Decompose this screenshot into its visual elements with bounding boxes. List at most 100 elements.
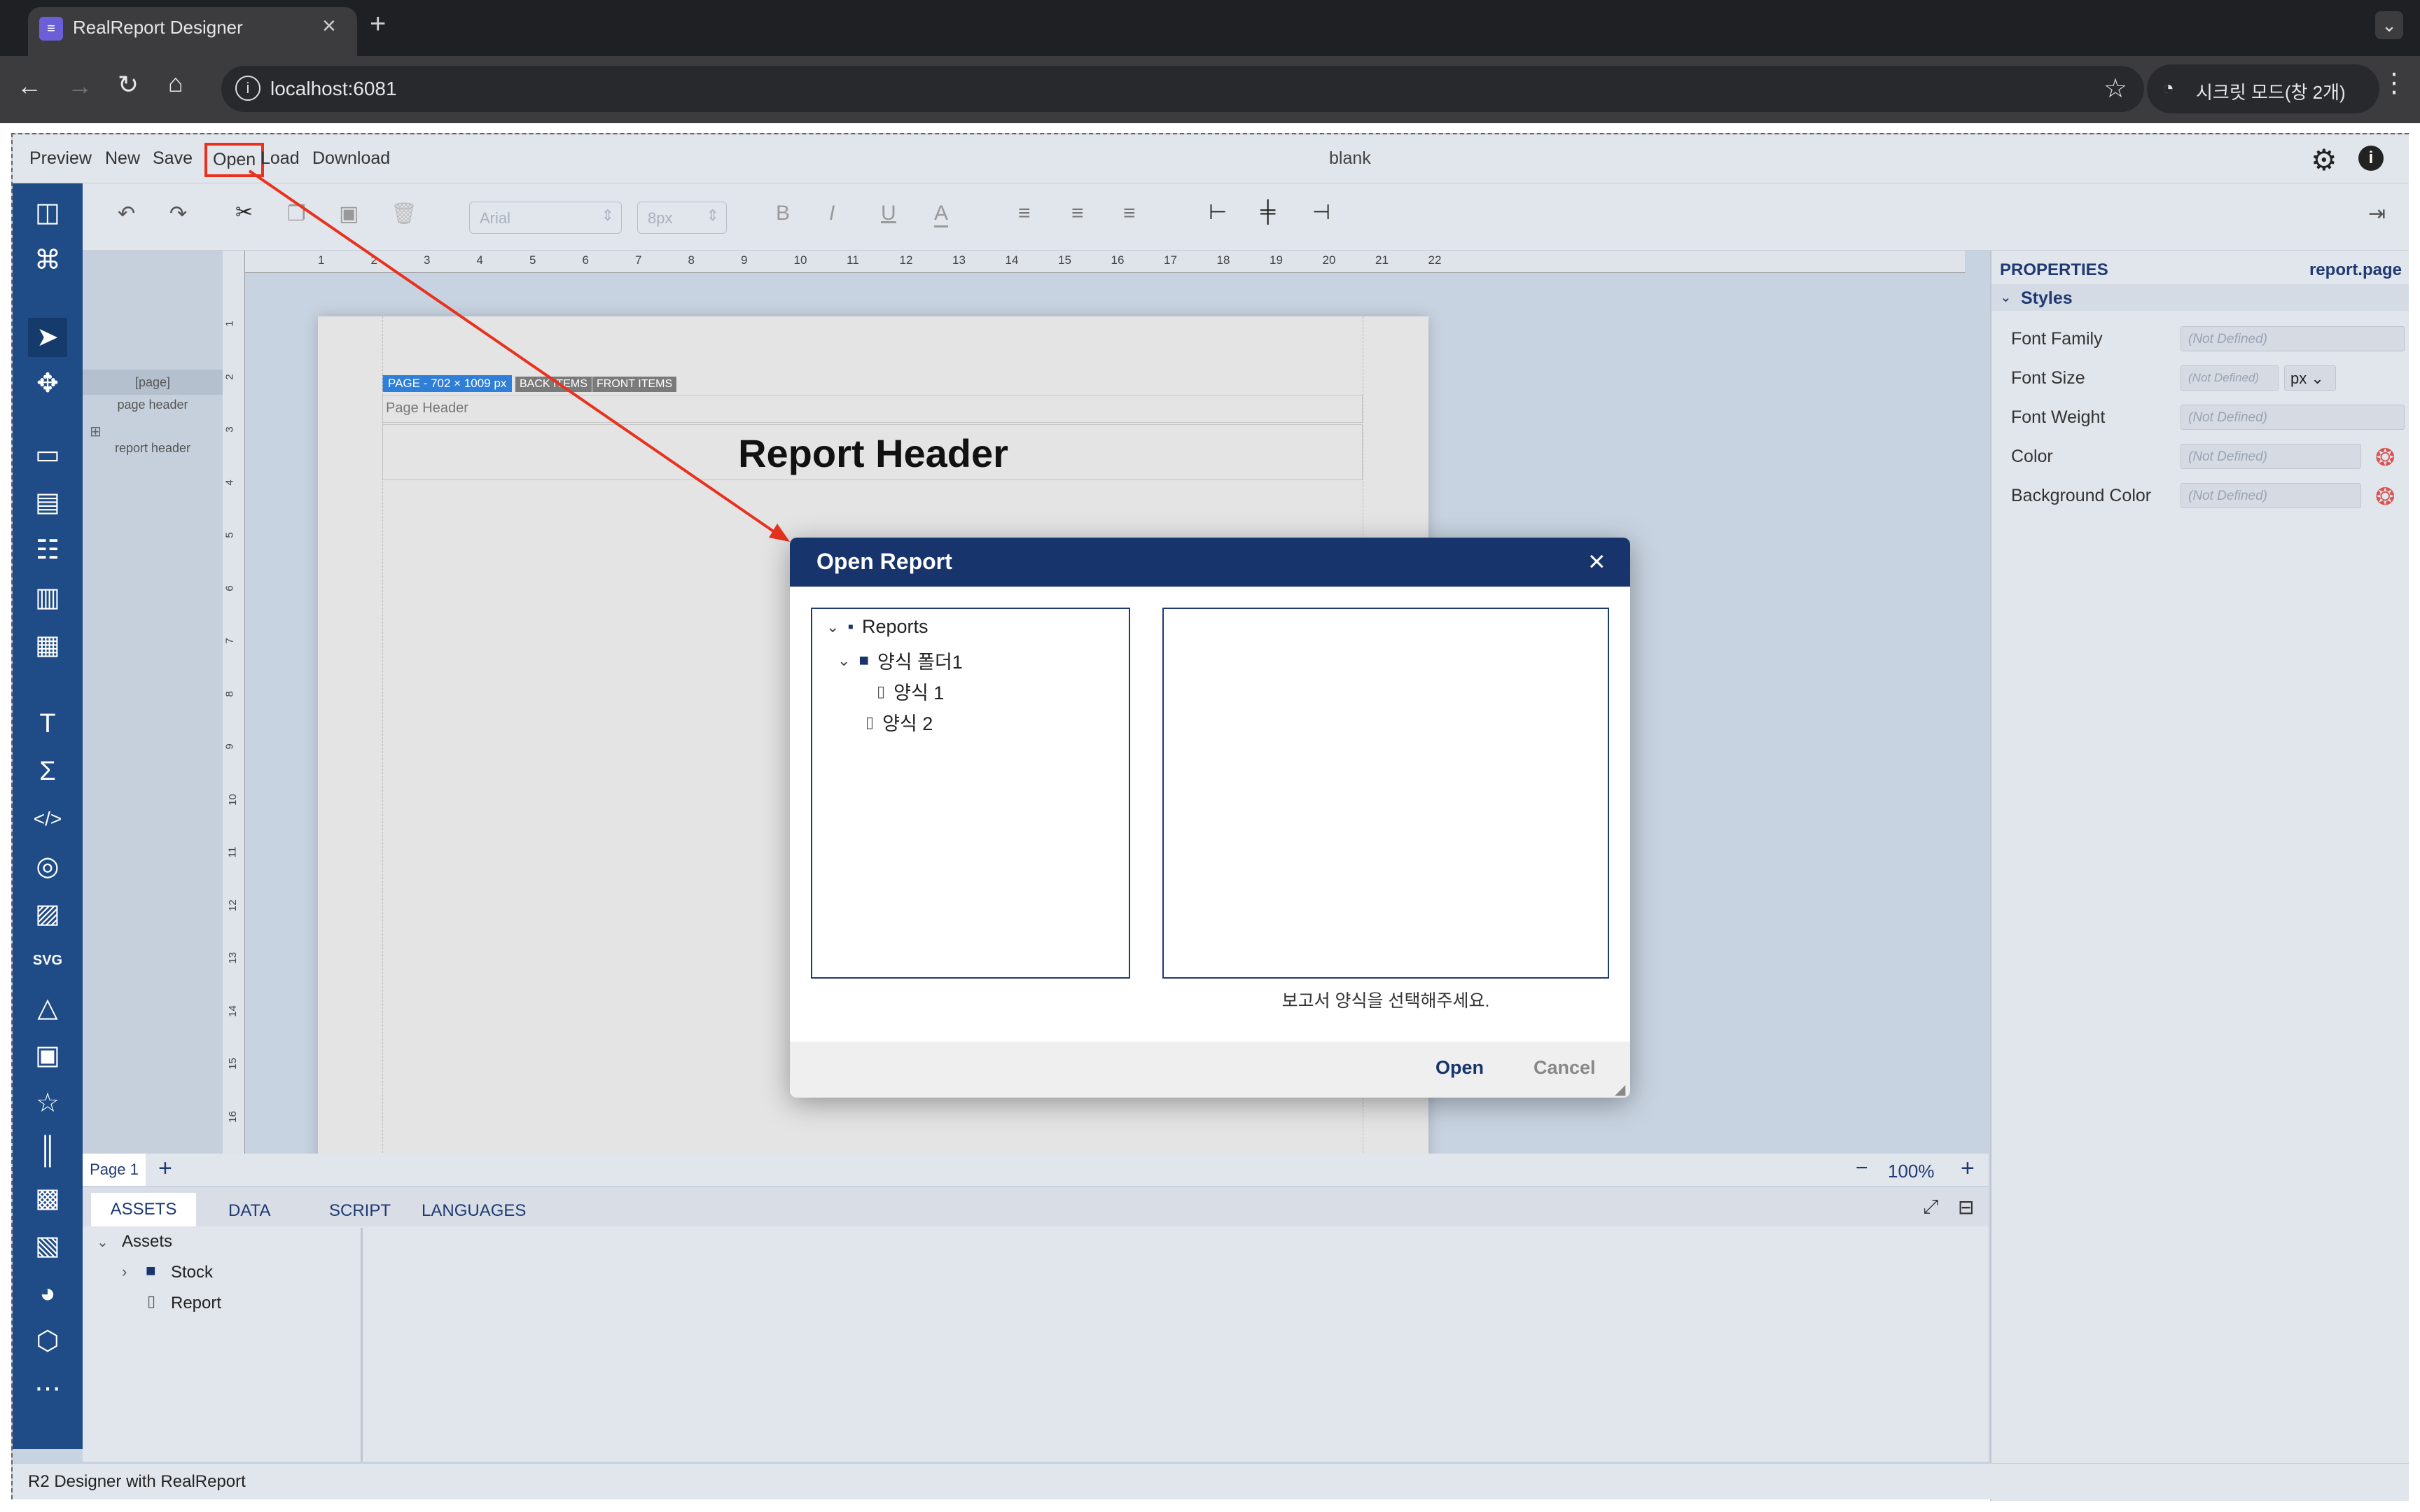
close-tab-icon[interactable]: × xyxy=(322,13,336,40)
menu-save[interactable]: Save xyxy=(153,148,193,169)
summary-sigma-icon[interactable]: Σ xyxy=(28,752,67,791)
tree-item-form2[interactable]: ▯ 양식 2 xyxy=(865,708,933,736)
table-band-icon[interactable]: ▤ xyxy=(28,483,67,522)
font-size-select[interactable]: 8px ⇕ xyxy=(637,202,727,234)
align-items-center-icon[interactable]: ╪ xyxy=(1260,200,1275,224)
assets-item-report[interactable]: Report xyxy=(171,1294,221,1313)
tab-assets[interactable]: ASSETS xyxy=(91,1193,196,1226)
back-icon[interactable]: ← xyxy=(17,71,42,101)
site-info-icon[interactable]: i xyxy=(235,76,260,101)
button-icon[interactable]: ▣ xyxy=(28,1036,67,1075)
checkbox-icon[interactable]: ◎ xyxy=(28,847,67,886)
report-header-title[interactable]: Report Header xyxy=(733,430,1013,476)
chevron-down-icon[interactable]: ⌄ xyxy=(826,618,839,636)
menu-download[interactable]: Download xyxy=(312,148,390,169)
select-pointer-icon[interactable]: ➤ xyxy=(28,318,67,357)
color-picker-icon[interactable]: ❂ xyxy=(2375,483,2395,511)
columns-icon[interactable]: ▥ xyxy=(28,578,67,617)
menu-new[interactable]: New xyxy=(105,148,140,169)
star-icon[interactable]: ☆ xyxy=(28,1084,67,1123)
home-icon[interactable]: ⌂ xyxy=(168,69,183,98)
tab-languages[interactable]: LANGUAGES xyxy=(422,1201,526,1221)
align-center-icon[interactable]: ≡ xyxy=(1071,202,1084,225)
image-icon[interactable]: ▨ xyxy=(28,895,67,934)
cut-scissors-icon[interactable]: ✂ xyxy=(235,200,253,225)
reload-icon[interactable]: ↻ xyxy=(118,70,139,99)
incognito-indicator[interactable]: ◔ 시크릿 모드(창 2개) xyxy=(2147,64,2379,113)
bookmark-star-icon[interactable]: ☆ xyxy=(2103,73,2127,104)
prop-color-input[interactable]: (Not Defined) xyxy=(2181,444,2361,469)
underline-icon[interactable]: U xyxy=(881,202,896,225)
collapse-panel-icon[interactable]: ⇥ xyxy=(2368,202,2386,226)
outline-item-report-header[interactable]: report header xyxy=(83,441,223,456)
prop-font-size-input[interactable]: (Not Defined) xyxy=(2181,365,2279,391)
tab-data[interactable]: DATA xyxy=(228,1201,270,1221)
align-items-right-icon[interactable]: ⊣ xyxy=(1312,200,1330,225)
back-items-tag[interactable]: BACK ITEMS xyxy=(515,377,592,392)
new-tab-icon[interactable]: + xyxy=(370,8,386,40)
toggle-panel-icon[interactable]: ◫ xyxy=(28,193,67,232)
outline-item-page[interactable]: [page] xyxy=(83,370,223,395)
italic-icon[interactable]: I xyxy=(829,202,835,225)
font-family-select[interactable]: Arial ⇕ xyxy=(469,202,622,234)
browser-tab[interactable]: ≡ RealReport Designer × xyxy=(28,7,357,56)
chevron-down-icon[interactable]: ⌄ xyxy=(837,652,850,670)
resize-handle-icon[interactable]: ◢ xyxy=(1615,1081,1625,1098)
align-left-icon[interactable]: ≡ xyxy=(1018,202,1031,225)
delete-trash-icon[interactable]: 🗑 xyxy=(391,202,417,226)
html5-icon[interactable]: ⬡ xyxy=(28,1322,67,1361)
page-tab[interactable]: Page 1 xyxy=(83,1154,146,1186)
zoom-in-button[interactable]: + xyxy=(1961,1155,1975,1182)
chevron-down-icon[interactable]: ⌄ xyxy=(97,1233,109,1251)
tree-item-form1[interactable]: ▯ 양식 1 xyxy=(877,678,944,705)
band-icon[interactable]: ▭ xyxy=(28,435,67,475)
menu-open[interactable]: Open xyxy=(204,143,265,177)
tab-script[interactable]: SCRIPT xyxy=(329,1201,391,1221)
address-bar[interactable]: i localhost:6081 ☆ xyxy=(221,66,2144,112)
tree-item-folder1[interactable]: ⌄ ■ 양식 폴더1 xyxy=(837,647,963,674)
align-right-icon[interactable]: ≡ xyxy=(1123,202,1136,225)
text-icon[interactable]: T xyxy=(28,704,67,743)
open-button[interactable]: Open xyxy=(1435,1057,1484,1079)
zoom-out-button[interactable]: − xyxy=(1856,1156,1868,1180)
assets-root[interactable]: Assets xyxy=(122,1232,172,1252)
move-icon[interactable]: ✥ xyxy=(28,364,67,403)
color-picker-icon[interactable]: ❂ xyxy=(2375,444,2395,472)
info-icon[interactable]: i xyxy=(2358,146,2384,171)
html-code-icon[interactable]: </> xyxy=(28,799,67,839)
qrcode-icon[interactable]: ▩ xyxy=(28,1179,67,1218)
chart-pie-icon[interactable]: ◕ xyxy=(28,1274,67,1313)
redo-icon[interactable]: ↷ xyxy=(169,202,187,226)
group-band-icon[interactable]: ☷ xyxy=(28,531,67,570)
align-items-left-icon[interactable]: ⊢ xyxy=(1209,200,1227,225)
menu-preview[interactable]: Preview xyxy=(29,148,92,169)
shapes-icon[interactable]: △ xyxy=(28,988,67,1028)
add-page-button[interactable]: + xyxy=(158,1155,172,1182)
close-icon[interactable]: × xyxy=(1588,545,1606,578)
prop-background-color-input[interactable]: (Not Defined) xyxy=(2181,483,2361,508)
forward-icon[interactable]: → xyxy=(67,71,92,101)
paste-icon[interactable]: ▣ xyxy=(339,202,359,226)
page-break-icon[interactable]: ⋯ xyxy=(28,1369,67,1408)
text-color-icon[interactable]: A xyxy=(934,202,949,227)
hierarchy-icon[interactable]: ⌘ xyxy=(28,241,67,280)
svg-icon[interactable]: SVG xyxy=(28,941,67,980)
prop-font-weight-select[interactable]: (Not Defined) xyxy=(2181,405,2405,430)
prop-font-family-select[interactable]: (Not Defined) xyxy=(2181,326,2405,351)
minimize-panel-icon[interactable]: ⊟ xyxy=(1958,1196,1974,1219)
barcode-icon[interactable]: ║ xyxy=(28,1131,67,1170)
cancel-button[interactable]: Cancel xyxy=(1534,1057,1596,1079)
prop-font-size-unit-select[interactable]: px ⌄ xyxy=(2284,365,2336,391)
outline-item-page-header[interactable]: page header xyxy=(83,398,223,412)
menu-load[interactable]: Load xyxy=(260,148,300,169)
page-header-band[interactable]: Page Header xyxy=(382,395,1363,423)
browser-menu-icon[interactable]: ⋮ xyxy=(2381,67,2407,99)
front-items-tag[interactable]: FRONT ITEMS xyxy=(592,377,677,392)
settings-gear-icon[interactable]: ⚙ xyxy=(2311,143,2337,177)
report-header-band[interactable]: Report Header xyxy=(382,424,1363,480)
expand-plus-icon[interactable]: ⊞ xyxy=(90,423,102,440)
copy-icon[interactable]: ❐ xyxy=(287,202,306,226)
styles-section-header[interactable]: ⌄ Styles xyxy=(1991,284,2409,311)
maximize-icon[interactable]: ⤢ xyxy=(1923,1196,1938,1219)
chevron-right-icon[interactable]: › xyxy=(122,1263,127,1281)
